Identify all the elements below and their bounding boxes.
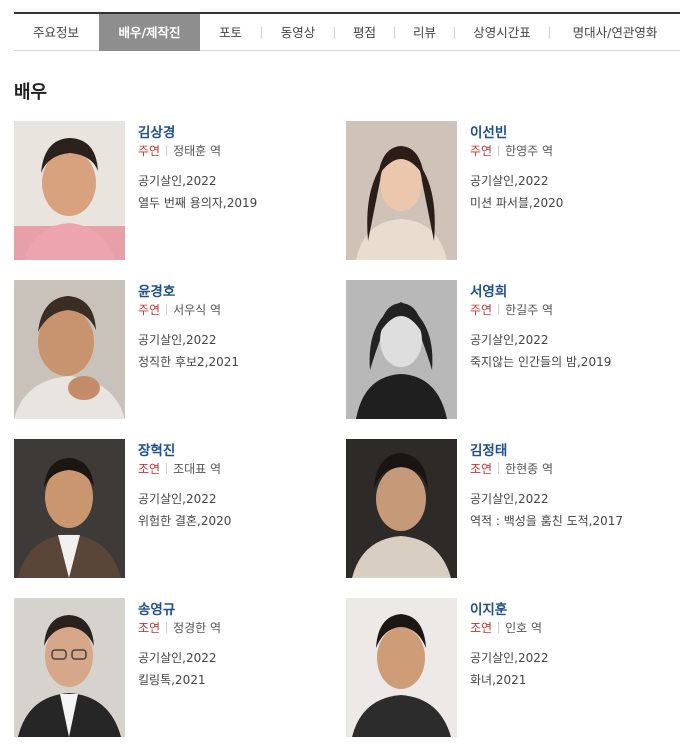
actor-photo[interactable] [14, 598, 125, 737]
tab-photo[interactable]: 포토 [200, 14, 261, 51]
filmography-item[interactable]: 위험한 결혼,2020 [138, 512, 231, 529]
actor-name[interactable]: 김상경 [138, 121, 175, 141]
tab-main-info[interactable]: 주요정보 [14, 14, 98, 51]
actor-photo[interactable] [14, 439, 125, 578]
character-name: 한영주 역 [505, 144, 554, 158]
role-type: 조연 [138, 621, 161, 635]
actor-card: 송영규 조연 정경한 역 공기살인,2022 킬링톡,2021 [14, 598, 344, 738]
actor-card: 윤경호 주연 서우식 역 공기살인,2022 정직한 후보2,2021 [14, 280, 344, 420]
filmography-item[interactable]: 공기살인,2022 [470, 649, 549, 666]
role-type: 조연 [470, 462, 493, 476]
tab-rating[interactable]: 평점 [335, 14, 394, 51]
actor-name[interactable]: 윤경호 [138, 280, 175, 300]
actor-photo[interactable] [346, 439, 457, 578]
actor-card: 김정태 조연 한현종 역 공기살인,2022 역적 : 백성을 훔친 도적,201… [346, 439, 676, 579]
actor-card: 이선빈 주연 한영주 역 공기살인,2022 미션 파서블,2020 [346, 121, 676, 261]
actor-role: 조연 조대표 역 [138, 460, 221, 477]
tab-video[interactable]: 동영상 [262, 14, 334, 51]
tab-showtimes[interactable]: 상영시간표 [455, 14, 549, 51]
character-name: 인호 역 [505, 621, 543, 635]
role-type: 주연 [138, 303, 161, 317]
actor-card: 김상경 주연 정태훈 역 공기살인,2022 열두 번째 용의자,2019 [14, 121, 344, 261]
character-name: 정경한 역 [173, 621, 222, 635]
character-name: 서우식 역 [173, 303, 222, 317]
actor-photo[interactable] [346, 598, 457, 737]
filmography-item[interactable]: 화녀,2021 [470, 671, 526, 688]
tab-review[interactable]: 리뷰 [395, 14, 454, 51]
filmography-item[interactable]: 공기살인,2022 [138, 490, 217, 507]
actor-role: 조연 정경한 역 [138, 619, 221, 636]
filmography-item[interactable]: 정직한 후보2,2021 [138, 353, 239, 370]
role-divider [166, 622, 168, 633]
role-divider [166, 145, 168, 156]
tab-cast-crew[interactable]: 배우/제작진 [99, 14, 200, 51]
actor-photo[interactable] [14, 280, 125, 419]
filmography-item[interactable]: 죽지않는 인간들의 밤,2019 [470, 353, 611, 370]
role-divider [498, 304, 500, 315]
actor-role: 주연 한길주 역 [470, 301, 553, 318]
actor-card: 서영희 주연 한길주 역 공기살인,2022 죽지않는 인간들의 밤,2019 [346, 280, 676, 420]
actor-name[interactable]: 이선빈 [470, 121, 507, 141]
actor-name[interactable]: 이지훈 [470, 598, 507, 618]
filmography-item[interactable]: 미션 파서블,2020 [470, 194, 563, 211]
role-type: 조연 [138, 462, 161, 476]
tab-quotes-related[interactable]: 명대사/연관영화 [550, 14, 680, 51]
actor-name[interactable]: 김정태 [470, 439, 507, 459]
actor-name[interactable]: 서영희 [470, 280, 507, 300]
role-divider [498, 463, 500, 474]
filmography-item[interactable]: 공기살인,2022 [138, 649, 217, 666]
actor-role: 조연 인호 역 [470, 619, 542, 636]
role-divider [498, 622, 500, 633]
filmography-item[interactable]: 킬링톡,2021 [138, 671, 205, 688]
actor-photo[interactable] [346, 121, 457, 260]
actor-role: 주연 정태훈 역 [138, 142, 221, 159]
role-type: 조연 [470, 621, 493, 635]
actor-role: 주연 서우식 역 [138, 301, 221, 318]
actor-name[interactable]: 장혁진 [138, 439, 175, 459]
character-name: 한길주 역 [505, 303, 554, 317]
character-name: 조대표 역 [173, 462, 222, 476]
actor-card: 이지훈 조연 인호 역 공기살인,2022 화녀,2021 [346, 598, 676, 738]
filmography-item[interactable]: 공기살인,2022 [470, 490, 549, 507]
filmography-item[interactable]: 공기살인,2022 [138, 172, 217, 189]
character-name: 한현종 역 [505, 462, 554, 476]
role-divider [166, 304, 168, 315]
role-divider [498, 145, 500, 156]
section-title: 배우 [14, 82, 48, 103]
filmography-item[interactable]: 역적 : 백성을 훔친 도적,2017 [470, 512, 623, 529]
role-divider [166, 463, 168, 474]
actor-role: 주연 한영주 역 [470, 142, 553, 159]
filmography-item[interactable]: 열두 번째 용의자,2019 [138, 194, 257, 211]
filmography-item[interactable]: 공기살인,2022 [138, 331, 217, 348]
actor-name[interactable]: 송영규 [138, 598, 175, 618]
actor-photo[interactable] [14, 121, 125, 260]
tab-bar: 주요정보 배우/제작진 포토 동영상 평점 리뷰 상영시간표 명대사/연관영화 [14, 12, 680, 51]
character-name: 정태훈 역 [173, 144, 222, 158]
role-type: 주연 [470, 303, 493, 317]
actor-card: 장혁진 조연 조대표 역 공기살인,2022 위험한 결혼,2020 [14, 439, 344, 579]
filmography-item[interactable]: 공기살인,2022 [470, 331, 549, 348]
actor-role: 조연 한현종 역 [470, 460, 553, 477]
actor-photo[interactable] [346, 280, 457, 419]
role-type: 주연 [470, 144, 493, 158]
filmography-item[interactable]: 공기살인,2022 [470, 172, 549, 189]
role-type: 주연 [138, 144, 161, 158]
